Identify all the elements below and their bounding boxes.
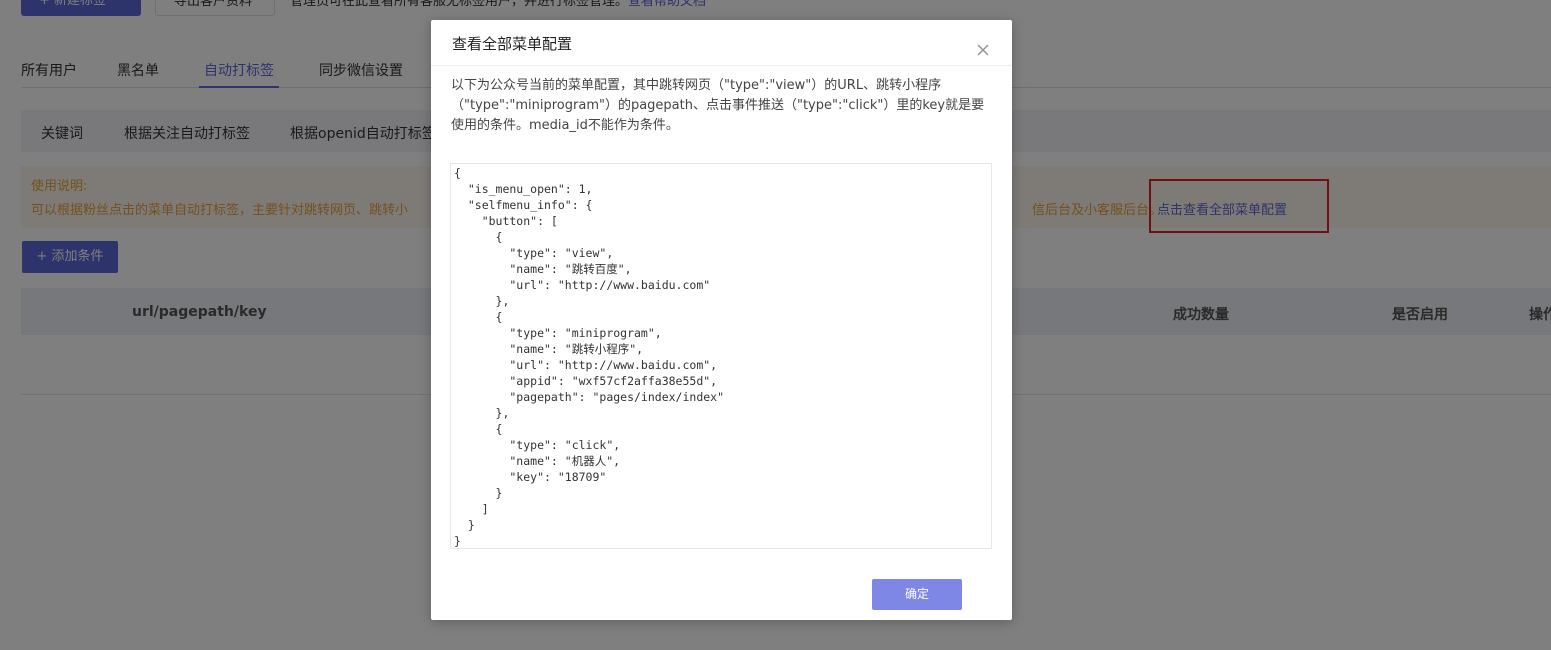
- dialog-header: 查看全部菜单配置: [431, 20, 1012, 66]
- dialog-title: 查看全部菜单配置: [452, 35, 573, 53]
- menu-config-code-box: { "is_menu_open": 1, "selfmenu_info": { …: [450, 163, 992, 549]
- menu-config-dialog: 查看全部菜单配置 以下为公众号当前的菜单配置，其中跳转网页（"type":"vi…: [431, 20, 1012, 620]
- menu-config-json: { "is_menu_open": 1, "selfmenu_info": { …: [454, 166, 725, 548]
- confirm-button[interactable]: 确定: [872, 579, 962, 610]
- dialog-description: 以下为公众号当前的菜单配置，其中跳转网页（"type":"view"）的URL、…: [451, 78, 985, 133]
- close-icon[interactable]: [971, 38, 995, 62]
